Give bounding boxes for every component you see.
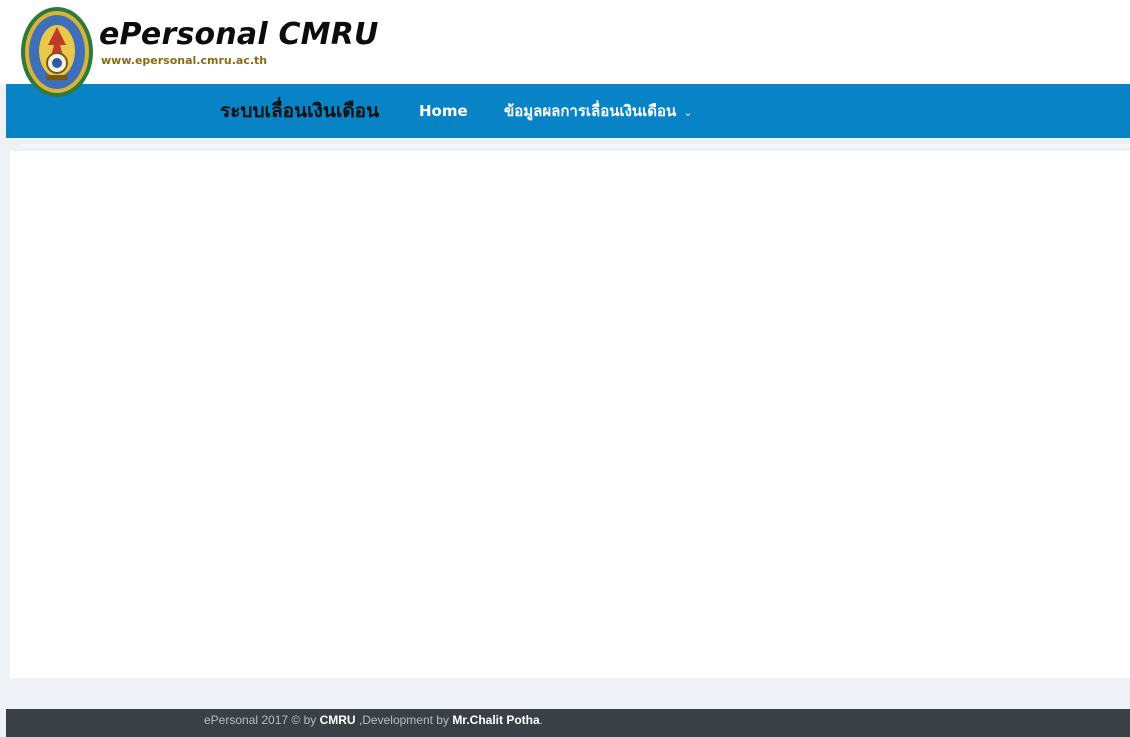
nav-salary-results-label: ข้อมูลผลการเลื่อนเงินเดือน <box>504 102 677 120</box>
footer: ePersonal 2017 © by CMRU ,Development by… <box>6 709 1130 737</box>
footer-dev-text: ,Development by <box>355 713 453 727</box>
university-seal-icon[interactable] <box>20 5 94 99</box>
nav-brand[interactable]: ระบบเลื่อนเงินเดือน <box>220 84 379 138</box>
footer-org-link[interactable]: CMRU <box>320 713 356 727</box>
nav-home-link[interactable]: Home <box>419 84 468 138</box>
footer-copyright: ePersonal 2017 © by <box>204 713 320 727</box>
footer-text: ePersonal 2017 © by CMRU ,Development by… <box>204 709 543 731</box>
brand-title[interactable]: ePersonal CMRU <box>99 19 379 51</box>
main-navbar: ระบบเลื่อนเงินเดือน Home ข้อมูลผลการเลื่… <box>6 84 1130 138</box>
footer-developer-link[interactable]: Mr.Chalit Potha <box>452 713 539 727</box>
nav-salary-results-dropdown[interactable]: ข้อมูลผลการเลื่อนเงินเดือน ⌄ <box>504 84 693 138</box>
content-top-strip <box>20 144 1130 147</box>
footer-period: . <box>539 713 543 727</box>
brand-url[interactable]: www.epersonal.cmru.ac.th <box>101 55 267 67</box>
top-header: ePersonal CMRU www.epersonal.cmru.ac.th <box>0 0 1130 84</box>
main-content-area <box>10 151 1130 678</box>
chevron-down-icon: ⌄ <box>683 106 693 119</box>
